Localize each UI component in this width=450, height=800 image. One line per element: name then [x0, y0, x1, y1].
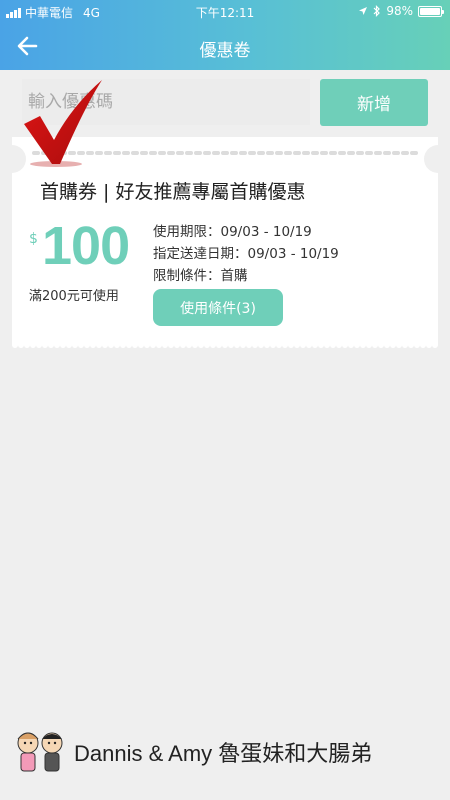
watermark: Dannis & Amy 魯蛋妹和大腸弟 — [12, 726, 372, 778]
validity-period: 使用期限：09/03 - 10/19 — [153, 224, 312, 240]
watermark-text: Dannis & Amy 魯蛋妹和大腸弟 — [74, 741, 373, 766]
location-arrow-icon — [359, 7, 368, 15]
minimum-spend: 滿200元可使用 — [29, 289, 119, 304]
add-coupon-button[interactable]: 新增 — [320, 79, 428, 126]
battery-percent: 98% — [386, 4, 413, 18]
bluetooth-icon — [373, 5, 381, 17]
currency-symbol: $ — [29, 231, 38, 247]
page-title: 優惠卷 — [199, 41, 251, 61]
red-checkmark-icon — [24, 80, 102, 167]
battery-level — [420, 7, 440, 15]
coupon-title: 首購券 | 好友推薦專屬首購優惠 — [40, 181, 306, 203]
cartoon-couple-logo — [17, 732, 63, 772]
delivery-dates: 指定送達日期：09/03 - 10/19 — [153, 246, 339, 262]
restriction: 限制條件：首購 — [153, 268, 248, 284]
status-right: 98% — [358, 4, 444, 18]
coupon-amount: 100 — [42, 216, 130, 276]
app-header: 中華電信 4G 下午12:11 98% 優惠卷 — [0, 0, 450, 70]
battery-icon — [418, 5, 444, 17]
status-bar: 中華電信 4G 下午12:11 98% — [0, 0, 450, 24]
nav-bar: 優惠卷 — [0, 24, 450, 70]
conditions-button[interactable]: 使用條件(3) — [153, 289, 283, 326]
